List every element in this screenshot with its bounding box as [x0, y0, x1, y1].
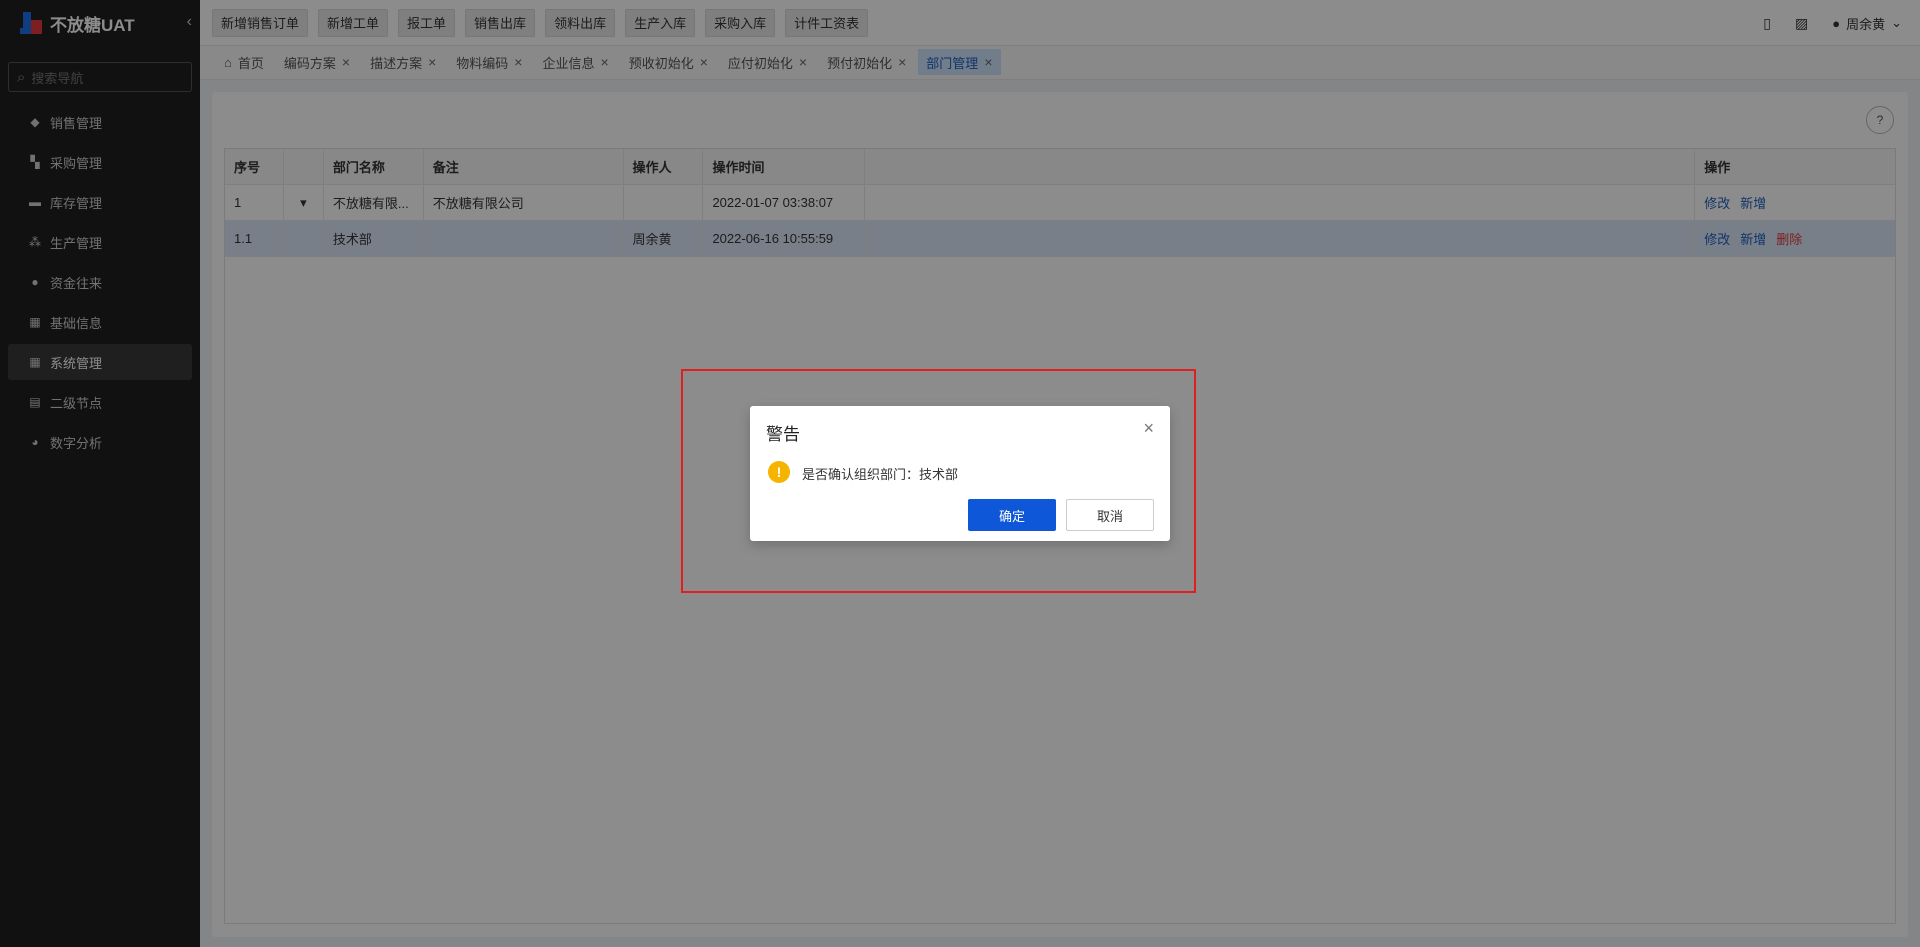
close-icon[interactable]: ×	[1143, 418, 1154, 439]
warning-dialog: 警告 × ! 是否确认组织部门：技术部 确定 取消	[750, 406, 1170, 541]
warning-icon: !	[768, 461, 790, 483]
dialog-title: 警告	[766, 425, 800, 444]
confirm-button[interactable]: 确定	[968, 499, 1056, 531]
cancel-button[interactable]: 取消	[1066, 499, 1154, 531]
dialog-message: 是否确认组织部门：技术部	[802, 467, 959, 482]
